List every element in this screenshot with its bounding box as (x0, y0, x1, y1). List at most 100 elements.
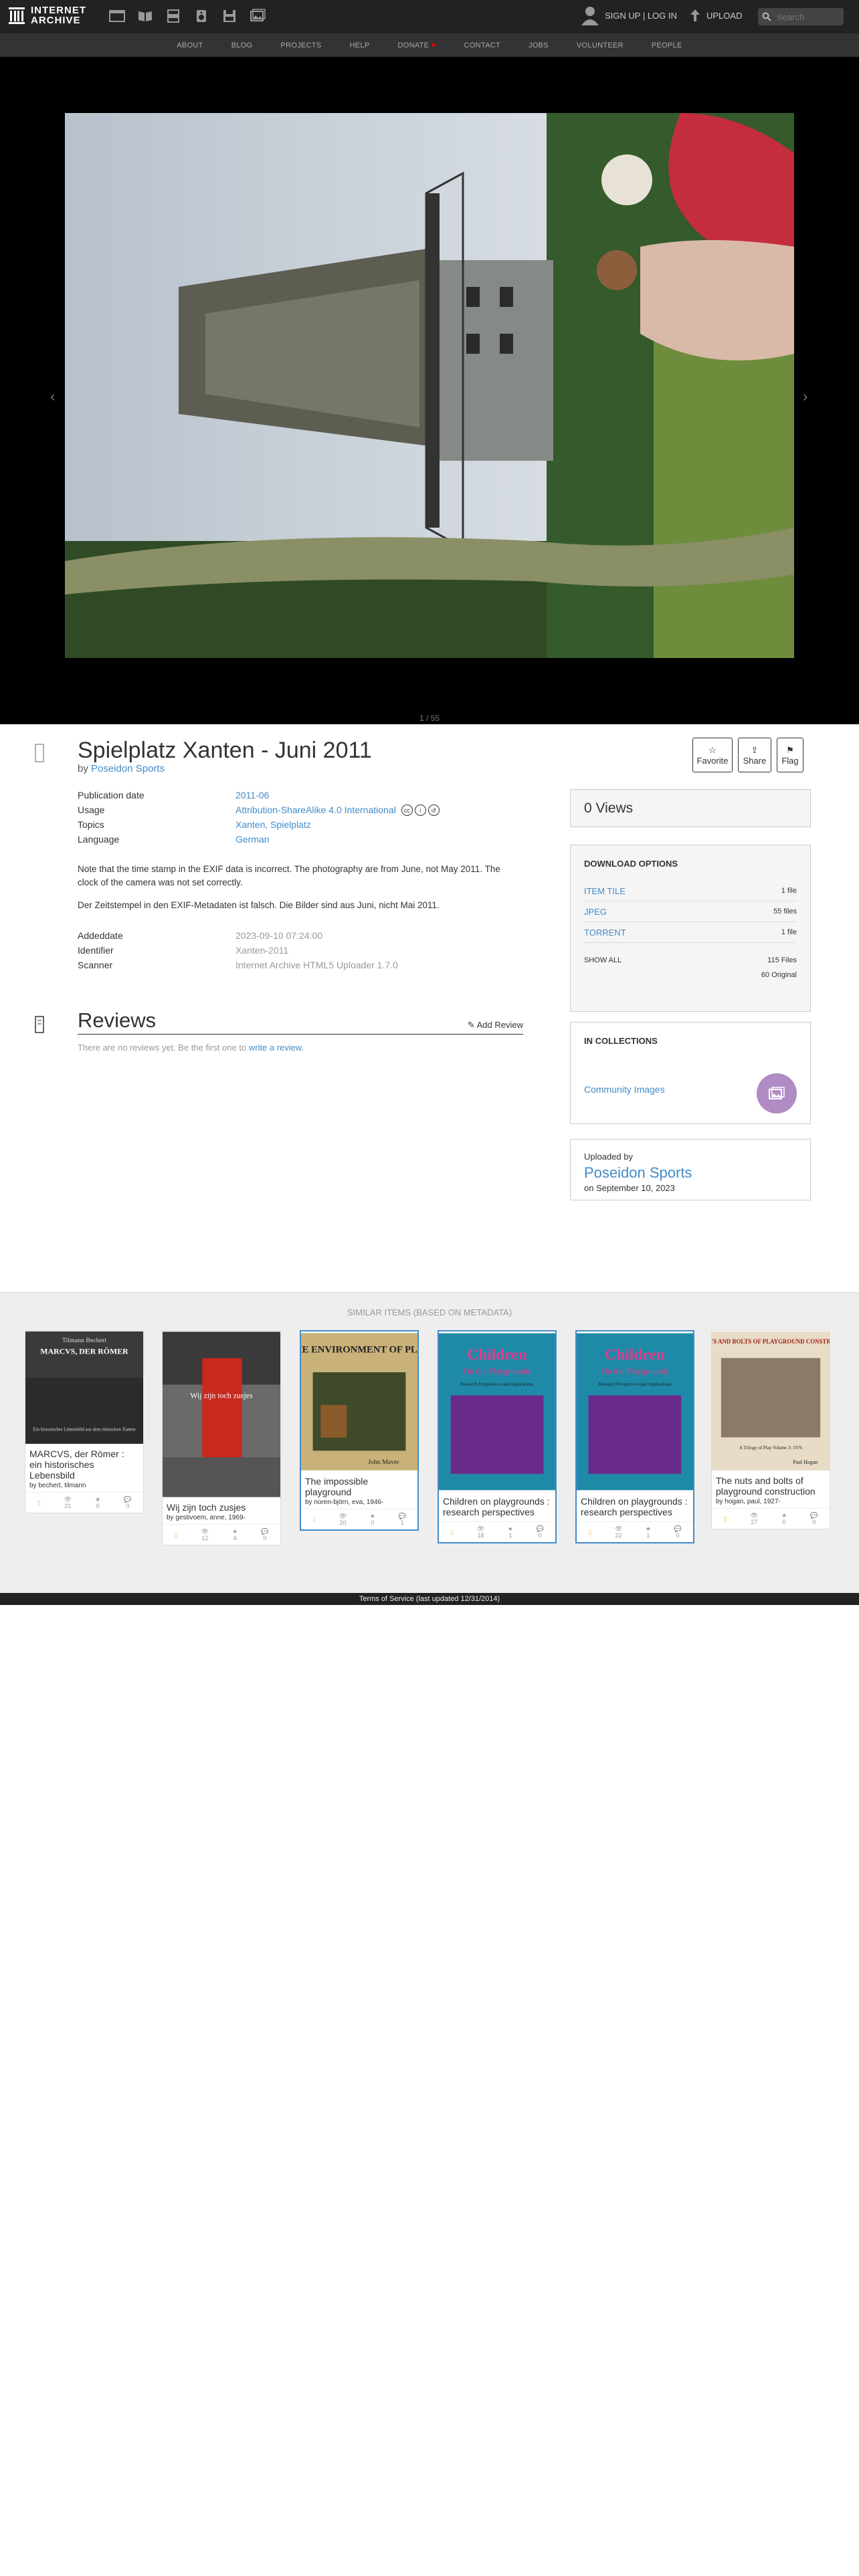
similar-items-heading: SIMILAR ITEMS (based on metadata) (347, 1307, 512, 1317)
download-jpeg-link[interactable]: JPEG (584, 907, 607, 917)
language-link[interactable]: German (235, 834, 270, 845)
windmill-photo[interactable] (65, 113, 794, 658)
collections-heading: IN COLLECTIONS (584, 1036, 658, 1046)
add-review-button[interactable]: ✎ Add Review (468, 1020, 523, 1031)
next-arrow-icon[interactable]: › (803, 388, 807, 405)
similar-item-card[interactable]: THE NUTS AND BOLTS OF PLAYGROUND CONSTRU… (711, 1330, 830, 1529)
similar-item-card[interactable]: Wij zijn toch zusjes Wij zijn toch zusje… (162, 1330, 281, 1545)
review-count: 💬 0 (674, 1525, 682, 1539)
item-cover: THE NUTS AND BOLTS OF PLAYGROUND CONSTRU… (712, 1331, 830, 1471)
heart-icon: ♥ (431, 41, 436, 49)
texts-icon: ▯ (312, 1516, 316, 1523)
item-cover: Children On the Playgrounds Research Per… (439, 1333, 555, 1491)
nav-contact[interactable]: CONTACT (450, 41, 514, 49)
no-reviews-text: There are no reviews yet. Be the first o… (78, 1043, 304, 1053)
texts-icon: ▯ (450, 1529, 454, 1535)
similar-item-card[interactable]: THE ENVIRONMENT OF PLAY John Maver The i… (300, 1330, 419, 1531)
svg-text:John Maver: John Maver (368, 1459, 399, 1466)
terms-of-service-link[interactable]: Terms of Service (last updated 12/31/201… (0, 1593, 859, 1605)
star-icon: ☆ (708, 744, 717, 755)
search-icon (762, 12, 771, 21)
account-area: SIGN UP | LOG IN (581, 5, 677, 25)
item-title[interactable]: Wij zijn toch zusjes (163, 1498, 280, 1513)
image-type-icon (35, 744, 44, 762)
nav-volunteer[interactable]: VOLUNTEER (563, 41, 638, 49)
audio-icon[interactable] (193, 8, 210, 24)
images-icon[interactable] (249, 8, 266, 24)
svg-text:Research Perspectives and Appl: Research Perspectives and Applications (599, 1382, 672, 1387)
texts-icon[interactable] (136, 8, 154, 24)
item-title[interactable]: The impossible playground (301, 1472, 417, 1497)
publication-date-link[interactable]: 2011-06 (235, 790, 269, 800)
sa-icon: ↺ (427, 804, 440, 816)
upload-icon (690, 9, 700, 21)
item-author: by hogan, paul, 1927- (716, 1498, 781, 1505)
view-count: 👁 22 (614, 1525, 623, 1539)
nav-projects[interactable]: PROJECTS (266, 41, 335, 49)
user-icon[interactable] (581, 5, 599, 25)
texts-icon: ▯ (37, 1499, 41, 1506)
collection-link[interactable]: Community Images (584, 1084, 665, 1095)
nav-blog[interactable]: BLOG (217, 41, 267, 49)
metadata-row: Topics Xanten, Spielplatz (78, 819, 311, 830)
download-torrent-link[interactable]: TORRENT (584, 928, 626, 938)
metadata-list: Publication date 2011-06 Usage Attributi… (78, 788, 440, 847)
view-count: 👁 18 (476, 1525, 485, 1539)
svg-text:Research Perspectives and Appl: Research Perspectives and Applications (461, 1382, 534, 1387)
signup-login-link[interactable]: SIGN UP | LOG IN (605, 11, 677, 21)
author-link[interactable]: Poseidon Sports (91, 763, 165, 774)
review-count: 💬 0 (536, 1525, 544, 1539)
nav-help[interactable]: HELP (336, 41, 384, 49)
uploader-link[interactable]: Poseidon Sports (584, 1164, 797, 1182)
write-review-link[interactable]: write a review. (249, 1043, 304, 1053)
svg-text:Ein historisches Lebensbild au: Ein historisches Lebensbild aus dem römi… (33, 1427, 136, 1432)
nav-about[interactable]: ABOUT (163, 41, 217, 49)
download-row: ITEM TILE 1 file (584, 881, 797, 901)
software-icon[interactable] (221, 8, 238, 24)
video-icon[interactable] (165, 8, 182, 24)
nav-donate[interactable]: DONATE ♥ (384, 41, 450, 49)
web-icon[interactable] (108, 8, 126, 24)
svg-text:A Trilogy of Play Volume 3: 19: A Trilogy of Play Volume 3: 1976 (739, 1446, 802, 1451)
metadata-list-secondary: Addeddate 2023-09-10 07:24:00 Identifier… (78, 928, 398, 972)
secondary-nav: ABOUT BLOG PROJECTS HELP DONATE ♥ CONTAC… (0, 33, 859, 57)
share-button[interactable]: ⇪ Share (738, 738, 771, 772)
download-item-tile-link[interactable]: ITEM TILE (584, 886, 626, 896)
page-counter: 1 / 55 (419, 714, 440, 723)
item-title[interactable]: MARCVS, der Römer : ein historisches Leb… (25, 1444, 143, 1481)
topics-link[interactable]: Xanten, Spielplatz (235, 819, 311, 830)
item-title[interactable]: Children on playgrounds : research persp… (439, 1492, 555, 1517)
review-count: 💬 0 (810, 1512, 818, 1525)
previous-arrow-icon[interactable]: ‹ (50, 388, 55, 405)
metadata-row: Publication date 2011-06 (78, 790, 270, 800)
top-bar: INTERNET ARCHIVE SIGN UP | LOG IN UPLOAD (0, 0, 859, 33)
download-row: TORRENT 1 file (584, 922, 797, 943)
similar-item-card[interactable]: Tilmann Bechert MARCVS, DER RÖMER Ein hi… (25, 1330, 144, 1513)
pencil-icon: ✎ (467, 1020, 475, 1030)
creative-commons-icons[interactable]: cc i ↺ (401, 804, 440, 816)
svg-text:Wij zijn toch zusjes: Wij zijn toch zusjes (190, 1390, 253, 1400)
metadata-row: Language German (78, 834, 270, 845)
uploaded-by-label: Uploaded by (584, 1152, 633, 1162)
search-box[interactable] (758, 8, 844, 25)
collection-thumbnail[interactable] (757, 1073, 797, 1113)
view-count: 👁 12 (201, 1528, 209, 1541)
upload-button[interactable]: UPLOAD (689, 8, 742, 23)
nav-people[interactable]: PEOPLE (638, 41, 696, 49)
favorite-count: ★ 1 (507, 1525, 513, 1539)
item-title[interactable]: Children on playgrounds : research persp… (577, 1492, 693, 1517)
nav-jobs[interactable]: JOBS (514, 41, 563, 49)
show-all-link[interactable]: SHOW ALL (584, 956, 622, 964)
similar-item-card[interactable]: Children On the Playgrounds Research Per… (575, 1330, 694, 1543)
similar-item-card[interactable]: Children On the Playgrounds Research Per… (438, 1330, 557, 1543)
svg-text:MARCVS, DER RÖMER: MARCVS, DER RÖMER (40, 1346, 128, 1356)
flag-button[interactable]: ⚑ Flag (777, 738, 803, 772)
search-input[interactable] (775, 11, 838, 23)
internet-archive-logo[interactable]: INTERNET ARCHIVE (8, 5, 86, 25)
download-options: DOWNLOAD OPTIONS ITEM TILE 1 file JPEG 5… (570, 845, 811, 1012)
favorite-button[interactable]: ☆ Favorite (692, 738, 733, 772)
license-link[interactable]: Attribution-ShareAlike 4.0 International (235, 804, 396, 815)
item-title[interactable]: The nuts and bolts of playground constru… (712, 1471, 830, 1497)
svg-text:Tilmann Bechert: Tilmann Bechert (62, 1337, 107, 1344)
metadata-row: Addeddate 2023-09-10 07:24:00 (78, 930, 322, 941)
